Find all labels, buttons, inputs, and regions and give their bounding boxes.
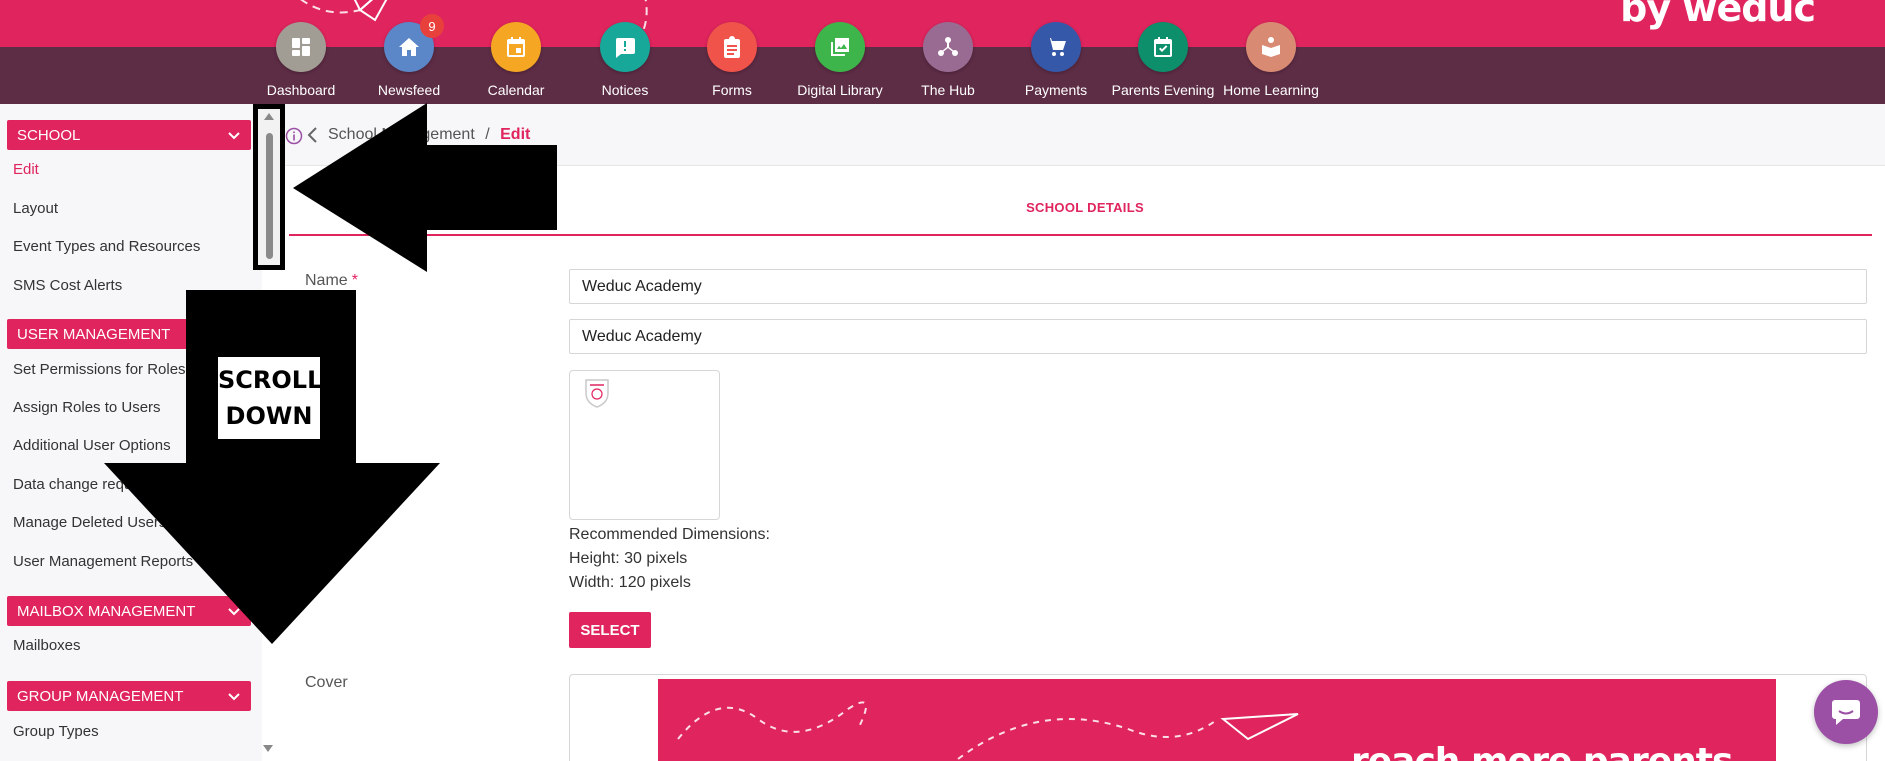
cover-image: reach more parents [658, 679, 1776, 761]
section-title: SCHOOL [17, 126, 81, 144]
name-label: Name * [305, 272, 358, 290]
calendar-check-icon [1138, 22, 1188, 72]
sidebar-item-event-types[interactable]: Event Types and Resources [13, 238, 200, 255]
scroll-down-annotation: SCROLL DOWN [218, 357, 323, 439]
book-reader-icon [1246, 22, 1296, 72]
sidebar-item-set-permissions[interactable]: Set Permissions for Roles [13, 361, 186, 378]
recommended-height: Height: 30 pixels [569, 550, 688, 567]
nav-label: Home Learning [1223, 82, 1319, 98]
sidebar-item-assign-roles[interactable]: Assign Roles to Users [13, 399, 161, 416]
required-mark: * [351, 272, 358, 289]
breadcrumb: School Management / Edit [328, 126, 530, 144]
info-icon[interactable] [285, 127, 303, 145]
sidebar-scrollbar[interactable] [253, 104, 285, 270]
section-title: USER MANAGEMENT [17, 325, 171, 343]
breadcrumb-current: Edit [500, 126, 531, 143]
notification-badge: 9 [420, 14, 444, 38]
section-title: GROUP MANAGEMENT [17, 687, 184, 705]
logo-preview [569, 370, 720, 520]
sidebar-item-group-types[interactable]: Group Types [13, 723, 99, 740]
chevron-left-icon[interactable] [305, 126, 319, 144]
main-content: School Management / Edit SCHOOL DETAILS … [285, 104, 1885, 761]
sidebar-section-group-management[interactable]: GROUP MANAGEMENT [7, 681, 251, 711]
select-logo-button[interactable]: SELECT [569, 612, 651, 648]
short-name-input[interactable] [569, 319, 1867, 354]
chevron-down-icon [228, 693, 240, 701]
notice-icon [600, 22, 650, 72]
sidebar-item-edit[interactable]: Edit [13, 161, 39, 178]
chevron-down-icon [228, 132, 240, 140]
sidebar-section-mailbox-management[interactable]: MAILBOX MANAGEMENT [7, 596, 251, 626]
school-crest-icon [585, 379, 609, 408]
hub-icon [923, 22, 973, 72]
breadcrumb-separator: / [485, 126, 490, 143]
recommended-dimensions-heading: Recommended Dimensions: [569, 526, 770, 543]
sidebar-item-manage-deleted-users[interactable]: Manage Deleted Users [13, 514, 166, 531]
name-input[interactable] [569, 269, 1867, 304]
nav-home-learning[interactable]: Home Learning [1206, 22, 1336, 98]
image-icon [815, 22, 865, 72]
scroll-note-line2: DOWN [225, 402, 313, 430]
chevron-down-icon [228, 331, 240, 339]
sidebar-section-user-management[interactable]: USER MANAGEMENT [7, 319, 251, 349]
chevron-down-icon [228, 608, 240, 616]
tab-school-details[interactable]: SCHOOL DETAILS [285, 200, 1885, 215]
home-icon: 9 [384, 14, 444, 72]
cover-preview: reach more parents [569, 674, 1867, 761]
brand-logo: by weduc [1620, 0, 1816, 30]
chat-button[interactable] [1814, 680, 1878, 744]
sidebar-section-school[interactable]: SCHOOL [7, 120, 251, 150]
sidebar-item-mailboxes[interactable]: Mailboxes [13, 637, 81, 654]
scroll-up-arrow-icon[interactable] [264, 113, 274, 120]
sidebar-item-data-change-requests[interactable]: Data change requests [13, 476, 160, 493]
sidebar-item-layout[interactable]: Layout [13, 200, 58, 217]
chat-bubble-icon [1832, 700, 1860, 725]
sidebar-item-sms-cost-alerts[interactable]: SMS Cost Alerts [13, 277, 122, 294]
sidebar-item-user-management-reports[interactable]: User Management Reports [13, 553, 193, 570]
section-title: MAILBOX MANAGEMENT [17, 602, 196, 620]
scroll-down-arrow-icon[interactable] [263, 745, 273, 752]
name-label-text: Name [305, 272, 348, 289]
scroll-note-line1: SCROLL [218, 366, 323, 394]
dashboard-icon [276, 22, 326, 72]
sidebar-item-additional-user-options[interactable]: Additional User Options [13, 437, 171, 454]
cart-icon [1031, 22, 1081, 72]
tab-underline [289, 234, 1872, 236]
scrollbar-thumb[interactable] [266, 133, 273, 259]
calendar-icon [491, 22, 541, 72]
clipboard-icon [707, 22, 757, 72]
cover-label: Cover [305, 674, 348, 691]
breadcrumb-bar: School Management / Edit [285, 104, 1885, 166]
cover-tagline: reach more parents [1351, 741, 1733, 761]
recommended-width: Width: 120 pixels [569, 574, 691, 591]
breadcrumb-parent[interactable]: School Management [328, 126, 475, 143]
